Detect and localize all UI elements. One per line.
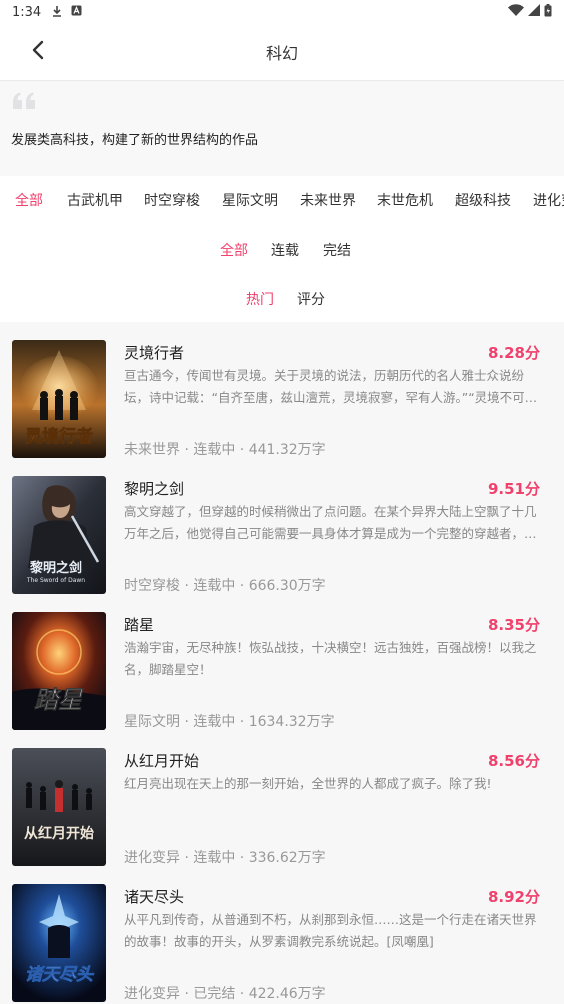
book-item[interactable]: 灵境行者 灵境行者 8.28分 亘古通今，传闻世有灵境。关于灵境的说法，历朝历代… — [0, 322, 564, 458]
cover-title: 灵境行者 — [25, 426, 93, 447]
tag-time-travel[interactable]: 时空穿梭 — [144, 190, 200, 210]
tag-super-tech[interactable]: 超级科技 — [455, 190, 511, 210]
quote-icon — [12, 92, 38, 114]
book-meta: 进化变异 · 已完结 · 422.46万字 — [124, 986, 326, 1002]
book-title: 灵境行者 — [124, 344, 185, 362]
download-icon — [51, 5, 63, 20]
cover-title: 诸天尽头 — [25, 965, 95, 985]
book-title: 黎明之剑 — [124, 480, 185, 498]
book-title: 诸天尽头 — [124, 888, 185, 906]
book-cover: 黎明之剑 The Sword of Dawn — [12, 476, 106, 594]
sort-rating[interactable]: 评分 — [297, 289, 325, 309]
book-description: 浩瀚宇宙，无尽种族！恢弘战技，十决横空！远古独姓，百强战榜！以我之名，脚踏星空！ — [124, 640, 537, 677]
book-item[interactable]: 踏星 踏星 8.35分 浩瀚宇宙，无尽种族！恢弘战技，十决横空！远古独姓，百强战… — [0, 594, 564, 730]
book-meta: 星际文明 · 连载中 · 1634.32万字 — [124, 714, 335, 730]
book-item[interactable]: 诸天尽头 诸天尽头 8.92分 从平凡到传奇，从普通到不朽，从刹那到永恒……这是… — [0, 866, 564, 1002]
tag-all[interactable]: 全部 — [15, 190, 43, 210]
book-description: 红月亮出现在天上的那一刻开始，全世界的人都成了疯子。除了我! — [124, 776, 492, 791]
subcategory-tabs: 全部 古武机甲 时空穿梭 星际文明 未来世界 末世危机 超级科技 进化变异 — [0, 186, 564, 214]
book-description: 高文穿越了，但穿越的时候稍微出了点问题。在某个异界大陆上空飘了十几万年之后，他觉… — [124, 504, 537, 541]
book-list: 灵境行者 灵境行者 8.28分 亘古通今，传闻世有灵境。关于灵境的说法，历朝历代… — [0, 322, 564, 1004]
book-score: 8.28分 — [487, 344, 540, 362]
book-title: 踏星 — [124, 616, 155, 634]
tag-evolution[interactable]: 进化变异 — [533, 190, 564, 210]
sort-hot[interactable]: 热门 — [246, 289, 274, 309]
book-cover: 灵境行者 — [12, 340, 106, 458]
book-meta: 未来世界 · 连载中 · 441.32万字 — [124, 442, 326, 458]
wifi-icon — [508, 4, 524, 20]
book-cover: 踏星 — [12, 612, 106, 730]
filter-serializing[interactable]: 连载 — [271, 240, 299, 260]
tag-apocalypse[interactable]: 末世危机 — [377, 190, 433, 210]
tag-interstellar[interactable]: 星际文明 — [222, 190, 278, 210]
cover-title: 从红月开始 — [24, 825, 94, 842]
cover-subtitle: The Sword of Dawn — [26, 577, 85, 584]
book-score: 8.92分 — [487, 888, 540, 906]
book-title: 从红月开始 — [124, 752, 200, 770]
app-bar: 科幻 — [0, 24, 564, 81]
cover-title: 踏星 — [34, 686, 84, 714]
status-bar: 1:34 — [0, 0, 564, 24]
app-notification-icon — [71, 5, 82, 19]
battery-icon — [544, 3, 552, 21]
book-cover: 从红月开始 — [12, 748, 106, 866]
page-title: 科幻 — [265, 44, 298, 63]
book-score: 8.56分 — [487, 752, 540, 770]
book-description: 从平凡到传奇，从普通到不朽，从刹那到永恒……这是一个行走在诸天世界的故事！故事的… — [124, 912, 537, 949]
status-filter-row: 全部 连载 完结 — [0, 236, 564, 262]
status-time: 1:34 — [12, 4, 42, 20]
book-cover: 诸天尽头 — [12, 884, 106, 1002]
book-meta: 进化变异 · 连载中 · 336.62万字 — [124, 850, 326, 866]
sort-filter-row: 热门 评分 — [0, 285, 564, 311]
book-meta: 时空穿梭 · 连载中 · 666.30万字 — [124, 578, 326, 594]
tag-future-world[interactable]: 未来世界 — [300, 190, 356, 210]
book-description: 亘古通今，传闻世有灵境。关于灵境的说法，历朝历代的名人雅士众说纷坛，诗中记载：“… — [124, 368, 538, 405]
cover-title: 黎明之剑 — [30, 560, 82, 576]
chevron-left-icon — [31, 40, 45, 64]
category-description: 发展类高科技，构建了新的世界结构的作品 — [11, 133, 259, 148]
filter-status-all[interactable]: 全部 — [220, 240, 248, 260]
book-score: 8.35分 — [487, 616, 540, 634]
book-score: 9.51分 — [487, 480, 540, 498]
signal-icon — [528, 4, 540, 20]
tag-ancient-mecha[interactable]: 古武机甲 — [67, 190, 123, 210]
book-item[interactable]: 黎明之剑 The Sword of Dawn 黎明之剑 9.51分 高文穿越了，… — [0, 458, 564, 594]
book-item[interactable]: 从红月开始 从红月开始 8.56分 红月亮出现在天上的那一刻开始，全世界的人都成… — [0, 730, 564, 866]
back-button[interactable] — [22, 36, 54, 68]
filter-completed[interactable]: 完结 — [323, 240, 351, 260]
